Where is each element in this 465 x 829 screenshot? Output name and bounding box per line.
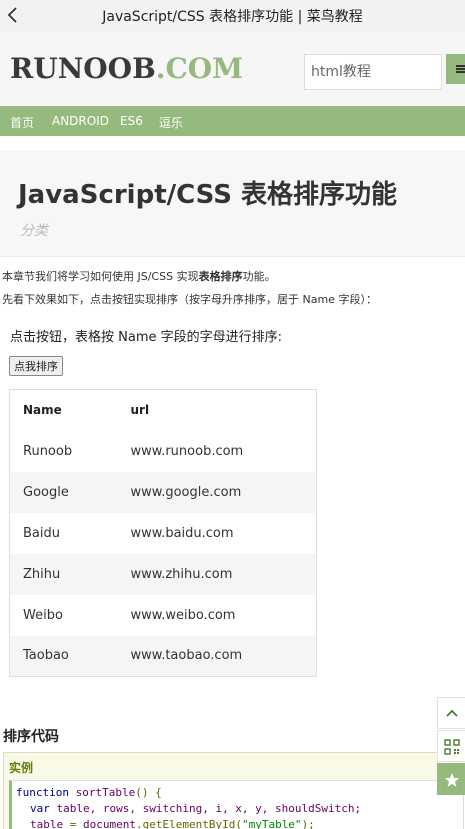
- code-function-name: sortTable: [75, 786, 136, 799]
- sort-button[interactable]: 点我排序: [9, 356, 63, 376]
- back-to-top-button[interactable]: [437, 697, 465, 729]
- cell-url: www.google.com: [117, 471, 317, 513]
- nav-item-android[interactable]: ANDROID: [52, 114, 109, 128]
- menu-button[interactable]: [446, 54, 465, 84]
- cell-url: www.taobao.com: [117, 635, 317, 677]
- code-line: var table, rows, switching, i, x, y, sho…: [16, 801, 463, 817]
- example-box: 实例 function sortTable() { var table, row…: [3, 752, 464, 829]
- site-logo[interactable]: RUNOOB.COM: [10, 53, 243, 85]
- cell-url: www.baidu.com: [130, 525, 234, 541]
- column-header-name: Name: [23, 403, 62, 418]
- code-identifier: document: [83, 818, 136, 829]
- table-row: Baidu www.baidu.com: [10, 513, 317, 554]
- demo-instruction: 点击按钮，表格按 Name 字段的字母进行排序:: [10, 330, 282, 345]
- code-punctuation: );: [301, 818, 315, 829]
- page-title: JavaScript/CSS 表格排序功能: [18, 180, 398, 210]
- cell-url: www.weibo.com: [130, 607, 236, 623]
- intro-paragraph-2: 先看下效果如下，点击按钮实现排序（按字母升序排序，居于 Name 字段）：: [2, 293, 377, 306]
- code-punctuation: =: [63, 818, 83, 829]
- favorite-button[interactable]: [437, 763, 465, 795]
- column-header-url: url: [130, 403, 150, 418]
- hamburger-icon: [456, 65, 465, 73]
- intro-text-end: 功能。: [242, 270, 276, 283]
- nav-item-fun[interactable]: 逗乐: [159, 114, 183, 131]
- code-keyword: var: [30, 802, 50, 815]
- site-header: RUNOOB.COM: [0, 32, 465, 106]
- code-punctuation: .getElementById(: [135, 818, 242, 829]
- intro-text: 本章节我们将学习如何使用 JS/CSS 实现: [2, 270, 199, 283]
- demo-table: Name url Runoob www.runoob.com Google ww…: [9, 389, 317, 677]
- code-line: function sortTable() {: [16, 785, 463, 801]
- code-line: table = document.getElementById("myTable…: [16, 817, 463, 829]
- search-input[interactable]: [304, 54, 442, 90]
- star-icon: [445, 773, 459, 787]
- logo-main: RUNOOB: [10, 52, 156, 85]
- cell-url: www.runoob.com: [130, 443, 244, 459]
- section-title-sort-code: 排序代码: [3, 729, 59, 745]
- example-label: 实例: [9, 761, 34, 775]
- cell-name: Baidu: [23, 525, 60, 541]
- intro-bold: 表格排序: [198, 270, 243, 283]
- table-row: Taobao www.taobao.com: [9, 635, 317, 677]
- qr-code-button[interactable]: [437, 730, 465, 762]
- nav-item-es6[interactable]: ES6: [120, 114, 143, 128]
- code-keyword: function: [16, 786, 69, 799]
- logo-suffix: .COM: [155, 52, 244, 85]
- cell-name: Google: [9, 471, 118, 513]
- code-identifiers: table, rows, switching, i, x, y, shouldS…: [56, 802, 362, 815]
- nav-item-home[interactable]: 首页: [10, 114, 34, 131]
- cell-url: www.zhihu.com: [117, 553, 317, 595]
- qr-code-icon: [444, 739, 460, 755]
- chevron-up-icon: [446, 709, 458, 717]
- table-row: Runoob www.runoob.com: [10, 431, 317, 472]
- code-string: "myTable": [241, 818, 302, 829]
- title-bar: JavaScript/CSS 表格排序功能 | 菜鸟教程: [0, 0, 465, 32]
- code-block[interactable]: function sortTable() { var table, rows, …: [9, 780, 464, 829]
- top-nav: 首页 ANDROID ES6 逗乐: [0, 106, 465, 136]
- cell-name: Weibo: [23, 607, 63, 623]
- cell-name: Zhihu: [9, 553, 118, 595]
- code-identifier: table: [30, 818, 64, 829]
- intro-paragraph-1: 本章节我们将学习如何使用 JS/CSS 实现表格排序功能。: [2, 268, 276, 284]
- table-row: Weibo www.weibo.com: [10, 595, 317, 636]
- table-row: Zhihu www.zhihu.com: [9, 553, 317, 595]
- category-label[interactable]: 分类: [20, 220, 48, 240]
- cell-name: Taobao: [9, 635, 118, 677]
- cell-name: Runoob: [23, 443, 73, 459]
- window-title: JavaScript/CSS 表格排序功能 | 菜鸟教程: [102, 9, 363, 25]
- code-punctuation: () {: [135, 786, 162, 799]
- article-header: JavaScript/CSS 表格排序功能 分类: [0, 150, 465, 257]
- table-header-row: Name url: [10, 390, 317, 431]
- table-row: Google www.google.com: [9, 471, 317, 513]
